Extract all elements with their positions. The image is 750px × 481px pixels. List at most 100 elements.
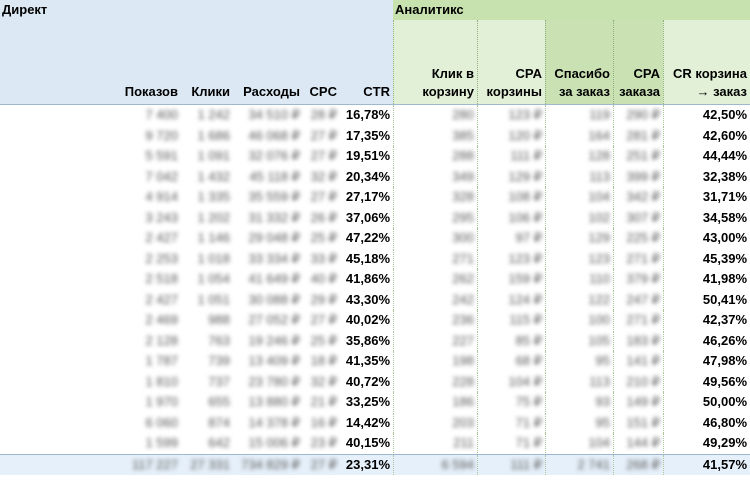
cell-spend[interactable]: 15 006 ₽: [233, 433, 303, 453]
cell-cart[interactable]: 262: [393, 269, 477, 289]
cell-clicks[interactable]: 737: [181, 372, 233, 392]
cell-ctr[interactable]: 47,22%: [340, 228, 393, 248]
cell-cart[interactable]: 271: [393, 249, 477, 269]
cell-thanks[interactable]: 122: [545, 290, 613, 310]
group-analytics[interactable]: Аналитикс: [393, 0, 750, 20]
cell-impressions[interactable]: 1 787: [0, 351, 181, 371]
cell-cpa-cart[interactable]: 111 ₽: [477, 455, 545, 475]
cell-cart[interactable]: 328: [393, 187, 477, 207]
cell-cr[interactable]: 46,80%: [663, 413, 750, 433]
cell-spend[interactable]: 13 880 ₽: [233, 392, 303, 412]
cell-impressions[interactable]: 1 810: [0, 372, 181, 392]
group-direct[interactable]: Директ: [0, 0, 393, 20]
cell-thanks[interactable]: 105: [545, 331, 613, 351]
cell-cart[interactable]: 295: [393, 208, 477, 228]
cell-cart[interactable]: 6 594: [393, 455, 477, 475]
cell-impressions[interactable]: 5 591: [0, 146, 181, 166]
header-cpc[interactable]: CPC: [303, 20, 340, 104]
cell-cr[interactable]: 42,60%: [663, 126, 750, 146]
cell-impressions[interactable]: 2 518: [0, 269, 181, 289]
cell-clicks[interactable]: 1 146: [181, 228, 233, 248]
cell-cart[interactable]: 300: [393, 228, 477, 248]
header-clicks[interactable]: Клики: [181, 20, 233, 104]
cell-spend[interactable]: 19 246 ₽: [233, 331, 303, 351]
cell-impressions[interactable]: 2 253: [0, 249, 181, 269]
cell-cpa-order[interactable]: 271 ₽: [613, 310, 663, 330]
cell-cpa-cart[interactable]: 104 ₽: [477, 372, 545, 392]
cell-cpa-order[interactable]: 210 ₽: [613, 372, 663, 392]
cell-cpa-cart[interactable]: 129 ₽: [477, 167, 545, 187]
cell-ctr[interactable]: 19,51%: [340, 146, 393, 166]
cell-clicks[interactable]: 1 242: [181, 105, 233, 125]
cell-cpa-cart[interactable]: 75 ₽: [477, 392, 545, 412]
cell-spend[interactable]: 34 510 ₽: [233, 105, 303, 125]
cell-cpc[interactable]: 25 ₽: [303, 228, 340, 248]
cell-cart[interactable]: 242: [393, 290, 477, 310]
cell-cr[interactable]: 32,38%: [663, 167, 750, 187]
cell-thanks[interactable]: 113: [545, 167, 613, 187]
cell-cpa-order[interactable]: 247 ₽: [613, 290, 663, 310]
cell-thanks[interactable]: 2 741: [545, 455, 613, 475]
cell-spend[interactable]: 23 780 ₽: [233, 372, 303, 392]
cell-cpa-order[interactable]: 271 ₽: [613, 249, 663, 269]
cell-impressions[interactable]: 1 599: [0, 433, 181, 453]
cell-cpc[interactable]: 32 ₽: [303, 167, 340, 187]
cell-clicks[interactable]: 988: [181, 310, 233, 330]
cell-thanks[interactable]: 104: [545, 433, 613, 453]
cell-cpa-order[interactable]: 307 ₽: [613, 208, 663, 228]
cell-cpa-cart[interactable]: 68 ₽: [477, 351, 545, 371]
cell-spend[interactable]: 41 649 ₽: [233, 269, 303, 289]
cell-thanks[interactable]: 119: [545, 105, 613, 125]
cell-cr[interactable]: 42,37%: [663, 310, 750, 330]
cell-clicks[interactable]: 1 335: [181, 187, 233, 207]
cell-cart[interactable]: 211: [393, 433, 477, 453]
cell-ctr[interactable]: 16,78%: [340, 105, 393, 125]
cell-ctr[interactable]: 37,06%: [340, 208, 393, 228]
cell-cpc[interactable]: 27 ₽: [303, 146, 340, 166]
cell-cpc[interactable]: 40 ₽: [303, 269, 340, 289]
cell-cr[interactable]: 43,00%: [663, 228, 750, 248]
cell-cr[interactable]: 49,56%: [663, 372, 750, 392]
cell-impressions[interactable]: 1 970: [0, 392, 181, 412]
cell-thanks[interactable]: 104: [545, 187, 613, 207]
cell-cr[interactable]: 45,39%: [663, 249, 750, 269]
cell-cpa-order[interactable]: 342 ₽: [613, 187, 663, 207]
cell-thanks[interactable]: 128: [545, 146, 613, 166]
cell-cr[interactable]: 46,26%: [663, 331, 750, 351]
cell-thanks[interactable]: 95: [545, 413, 613, 433]
cell-cart[interactable]: 280: [393, 105, 477, 125]
cell-clicks[interactable]: 763: [181, 331, 233, 351]
cell-cpc[interactable]: 26 ₽: [303, 208, 340, 228]
cell-impressions[interactable]: 2 427: [0, 290, 181, 310]
cell-clicks[interactable]: 1 051: [181, 290, 233, 310]
cell-cart[interactable]: 385: [393, 126, 477, 146]
cell-spend[interactable]: 30 088 ₽: [233, 290, 303, 310]
header-cr[interactable]: CR корзина → заказ: [663, 20, 750, 104]
cell-clicks[interactable]: 1 432: [181, 167, 233, 187]
cell-cart[interactable]: 288: [393, 146, 477, 166]
cell-thanks[interactable]: 129: [545, 228, 613, 248]
cell-impressions[interactable]: 7 400: [0, 105, 181, 125]
cell-cr[interactable]: 49,29%: [663, 433, 750, 453]
cell-cart[interactable]: 349: [393, 167, 477, 187]
cell-thanks[interactable]: 123: [545, 249, 613, 269]
cell-spend[interactable]: 45 118 ₽: [233, 167, 303, 187]
cell-cpa-cart[interactable]: 108 ₽: [477, 187, 545, 207]
cell-ctr[interactable]: 41,35%: [340, 351, 393, 371]
cell-cpa-cart[interactable]: 124 ₽: [477, 290, 545, 310]
cell-clicks[interactable]: 1 686: [181, 126, 233, 146]
cell-cpc[interactable]: 27 ₽: [303, 187, 340, 207]
cell-spend[interactable]: 35 559 ₽: [233, 187, 303, 207]
cell-ctr[interactable]: 35,86%: [340, 331, 393, 351]
cell-clicks[interactable]: 874: [181, 413, 233, 433]
cell-clicks[interactable]: 1 018: [181, 249, 233, 269]
cell-ctr[interactable]: 40,15%: [340, 433, 393, 453]
cell-spend[interactable]: 14 378 ₽: [233, 413, 303, 433]
cell-clicks[interactable]: 655: [181, 392, 233, 412]
cell-cpa-order[interactable]: 379 ₽: [613, 269, 663, 289]
cell-clicks[interactable]: 739: [181, 351, 233, 371]
cell-spend[interactable]: 46 068 ₽: [233, 126, 303, 146]
cell-cart[interactable]: 186: [393, 392, 477, 412]
cell-cpa-order[interactable]: 183 ₽: [613, 331, 663, 351]
cell-cpc[interactable]: 27 ₽: [303, 455, 340, 475]
